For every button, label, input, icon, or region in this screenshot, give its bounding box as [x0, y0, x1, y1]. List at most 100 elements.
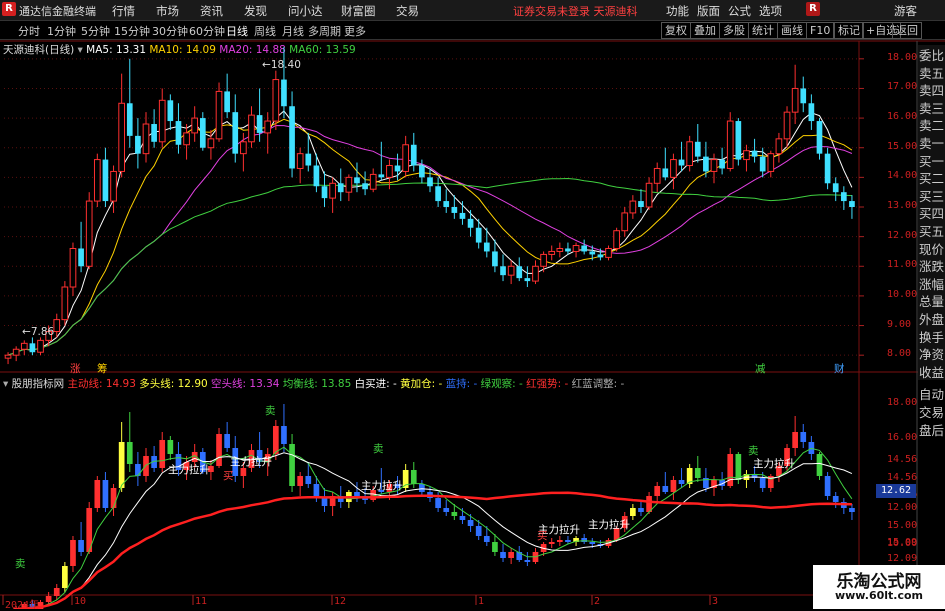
- tool-overlay[interactable]: 叠加: [690, 22, 720, 39]
- menu-news[interactable]: 资讯: [200, 3, 223, 19]
- sidebar-item[interactable]: 买三: [918, 186, 945, 205]
- sidebar-item[interactable]: 买五: [918, 221, 945, 240]
- menu-quotes[interactable]: 行情: [112, 3, 135, 19]
- sidebar-item[interactable]: 买一: [918, 151, 945, 170]
- candle-body: [645, 182, 653, 208]
- candle-body: [118, 102, 125, 172]
- indicator-bar: [297, 476, 304, 486]
- guest-button[interactable]: 游客: [894, 3, 917, 19]
- candle-body: [345, 176, 353, 193]
- tool-f10[interactable]: F10: [806, 22, 835, 39]
- candle-body: [540, 253, 547, 267]
- indicator-tick-label: 18.00: [887, 397, 918, 408]
- price-tick-label: 15.00: [887, 140, 918, 152]
- period-60min[interactable]: 60分钟: [189, 23, 225, 39]
- sidebar-item[interactable]: 现价: [918, 239, 945, 258]
- settings-icon[interactable]: ▾: [78, 44, 83, 56]
- tool-mark[interactable]: 标记: [834, 22, 864, 39]
- candle-body: [78, 248, 84, 267]
- candle-body: [621, 212, 629, 232]
- sidebar-item[interactable]: 卖一: [918, 133, 945, 152]
- watermark-url: www.60lt.com: [834, 589, 924, 602]
- indicator-bar: [743, 474, 750, 480]
- menu-formula[interactable]: 公式: [728, 3, 751, 19]
- candle-body: [597, 254, 604, 258]
- price-tick-label: 11.00: [887, 259, 918, 271]
- menu-discover[interactable]: 发现: [244, 3, 267, 19]
- indicator-bar: [662, 486, 669, 492]
- tool-stats[interactable]: 统计: [748, 22, 778, 39]
- period-monthly[interactable]: 月线: [282, 23, 304, 39]
- tool-back[interactable]: 返回: [892, 22, 922, 39]
- candle-body: [767, 153, 775, 172]
- menu-market[interactable]: 市场: [156, 3, 179, 19]
- candle-body: [443, 201, 450, 207]
- ma10-label: MA10: 14.09: [149, 44, 216, 56]
- period-5min[interactable]: 5分钟: [81, 23, 110, 39]
- sidebar-item[interactable]: 买四: [918, 203, 945, 222]
- candle-body: [800, 88, 807, 104]
- sidebar-item[interactable]: 总量: [918, 291, 945, 310]
- sidebar-item[interactable]: 收益: [918, 362, 945, 381]
- period-multi[interactable]: 多周期: [308, 23, 341, 39]
- sidebar-item[interactable]: 买二: [918, 168, 945, 187]
- menu-trade[interactable]: 交易: [396, 3, 419, 19]
- candle-body: [710, 159, 718, 172]
- candle-body: [629, 200, 637, 214]
- sidebar-item[interactable]: 外盘: [918, 309, 945, 328]
- candle-body: [653, 167, 661, 184]
- menu-options[interactable]: 选项: [759, 3, 782, 19]
- candle-body: [572, 245, 580, 252]
- sidebar-lower-item[interactable]: 盘后: [918, 420, 945, 439]
- indicator-bar: [167, 440, 174, 454]
- menu-wealth[interactable]: 财富圈: [341, 3, 376, 19]
- period-15min[interactable]: 15分钟: [114, 23, 150, 39]
- sidebar-item[interactable]: 净资: [918, 344, 945, 363]
- tool-fuquan[interactable]: 复权: [661, 22, 691, 39]
- tool-draw[interactable]: 画线: [777, 22, 807, 39]
- period-weekly[interactable]: 周线: [254, 23, 276, 39]
- candle-body: [53, 319, 61, 332]
- candlestick-chart[interactable]: [0, 0, 945, 609]
- indicator-bar: [451, 512, 458, 516]
- period-more[interactable]: 更多: [344, 23, 366, 39]
- indicator-bar: [53, 588, 60, 596]
- period-intraday[interactable]: 分时: [18, 23, 40, 39]
- candle-body: [783, 111, 791, 140]
- sidebar-item[interactable]: 涨跌: [918, 256, 945, 275]
- sidebar-lower-item[interactable]: 自动: [918, 384, 945, 403]
- indicator-bar: [110, 488, 117, 508]
- candle-body: [467, 218, 474, 228]
- sidebar-item[interactable]: 换手: [918, 327, 945, 346]
- menu-assistant[interactable]: 问小达: [288, 3, 323, 19]
- period-daily[interactable]: 日线: [226, 23, 248, 39]
- indicator-green-watch: 绿观察: -: [480, 378, 523, 390]
- candle-body: [694, 141, 701, 157]
- indicator-bar: [402, 470, 409, 488]
- indicator-bar: [767, 476, 774, 488]
- price-tick-label: 14.00: [887, 170, 918, 182]
- tool-multistock[interactable]: 多股: [719, 22, 749, 39]
- menu-layout[interactable]: 版面: [697, 3, 720, 19]
- marker-chou: 筹: [97, 363, 108, 375]
- sidebar-item[interactable]: 卖四: [918, 80, 945, 99]
- indicator-bar: [508, 552, 514, 558]
- sidebar-item[interactable]: 卖三: [918, 98, 945, 117]
- sidebar-item[interactable]: 涨幅: [918, 274, 945, 293]
- indicator-bar: [548, 542, 555, 544]
- login-notice[interactable]: 证券交易未登录 天源迪科: [513, 3, 638, 19]
- sidebar-item[interactable]: 委比: [918, 45, 945, 64]
- sidebar-lower-item[interactable]: 交易: [918, 402, 945, 421]
- period-1min[interactable]: 1分钟: [47, 23, 76, 39]
- menu-function[interactable]: 功能: [666, 3, 689, 19]
- r-icon[interactable]: R: [806, 2, 820, 16]
- period-30min[interactable]: 30分钟: [152, 23, 188, 39]
- indicator-bar: [272, 426, 279, 454]
- sidebar-item[interactable]: 卖二: [918, 115, 945, 134]
- indicator-blue-hold: 蓝持: -: [445, 378, 478, 390]
- indicator-icon[interactable]: ▾: [3, 378, 8, 390]
- indicator-bar: [126, 442, 133, 464]
- sidebar-item[interactable]: 卖五: [918, 63, 945, 82]
- indicator-bar: [500, 552, 506, 558]
- candle-body: [840, 192, 847, 202]
